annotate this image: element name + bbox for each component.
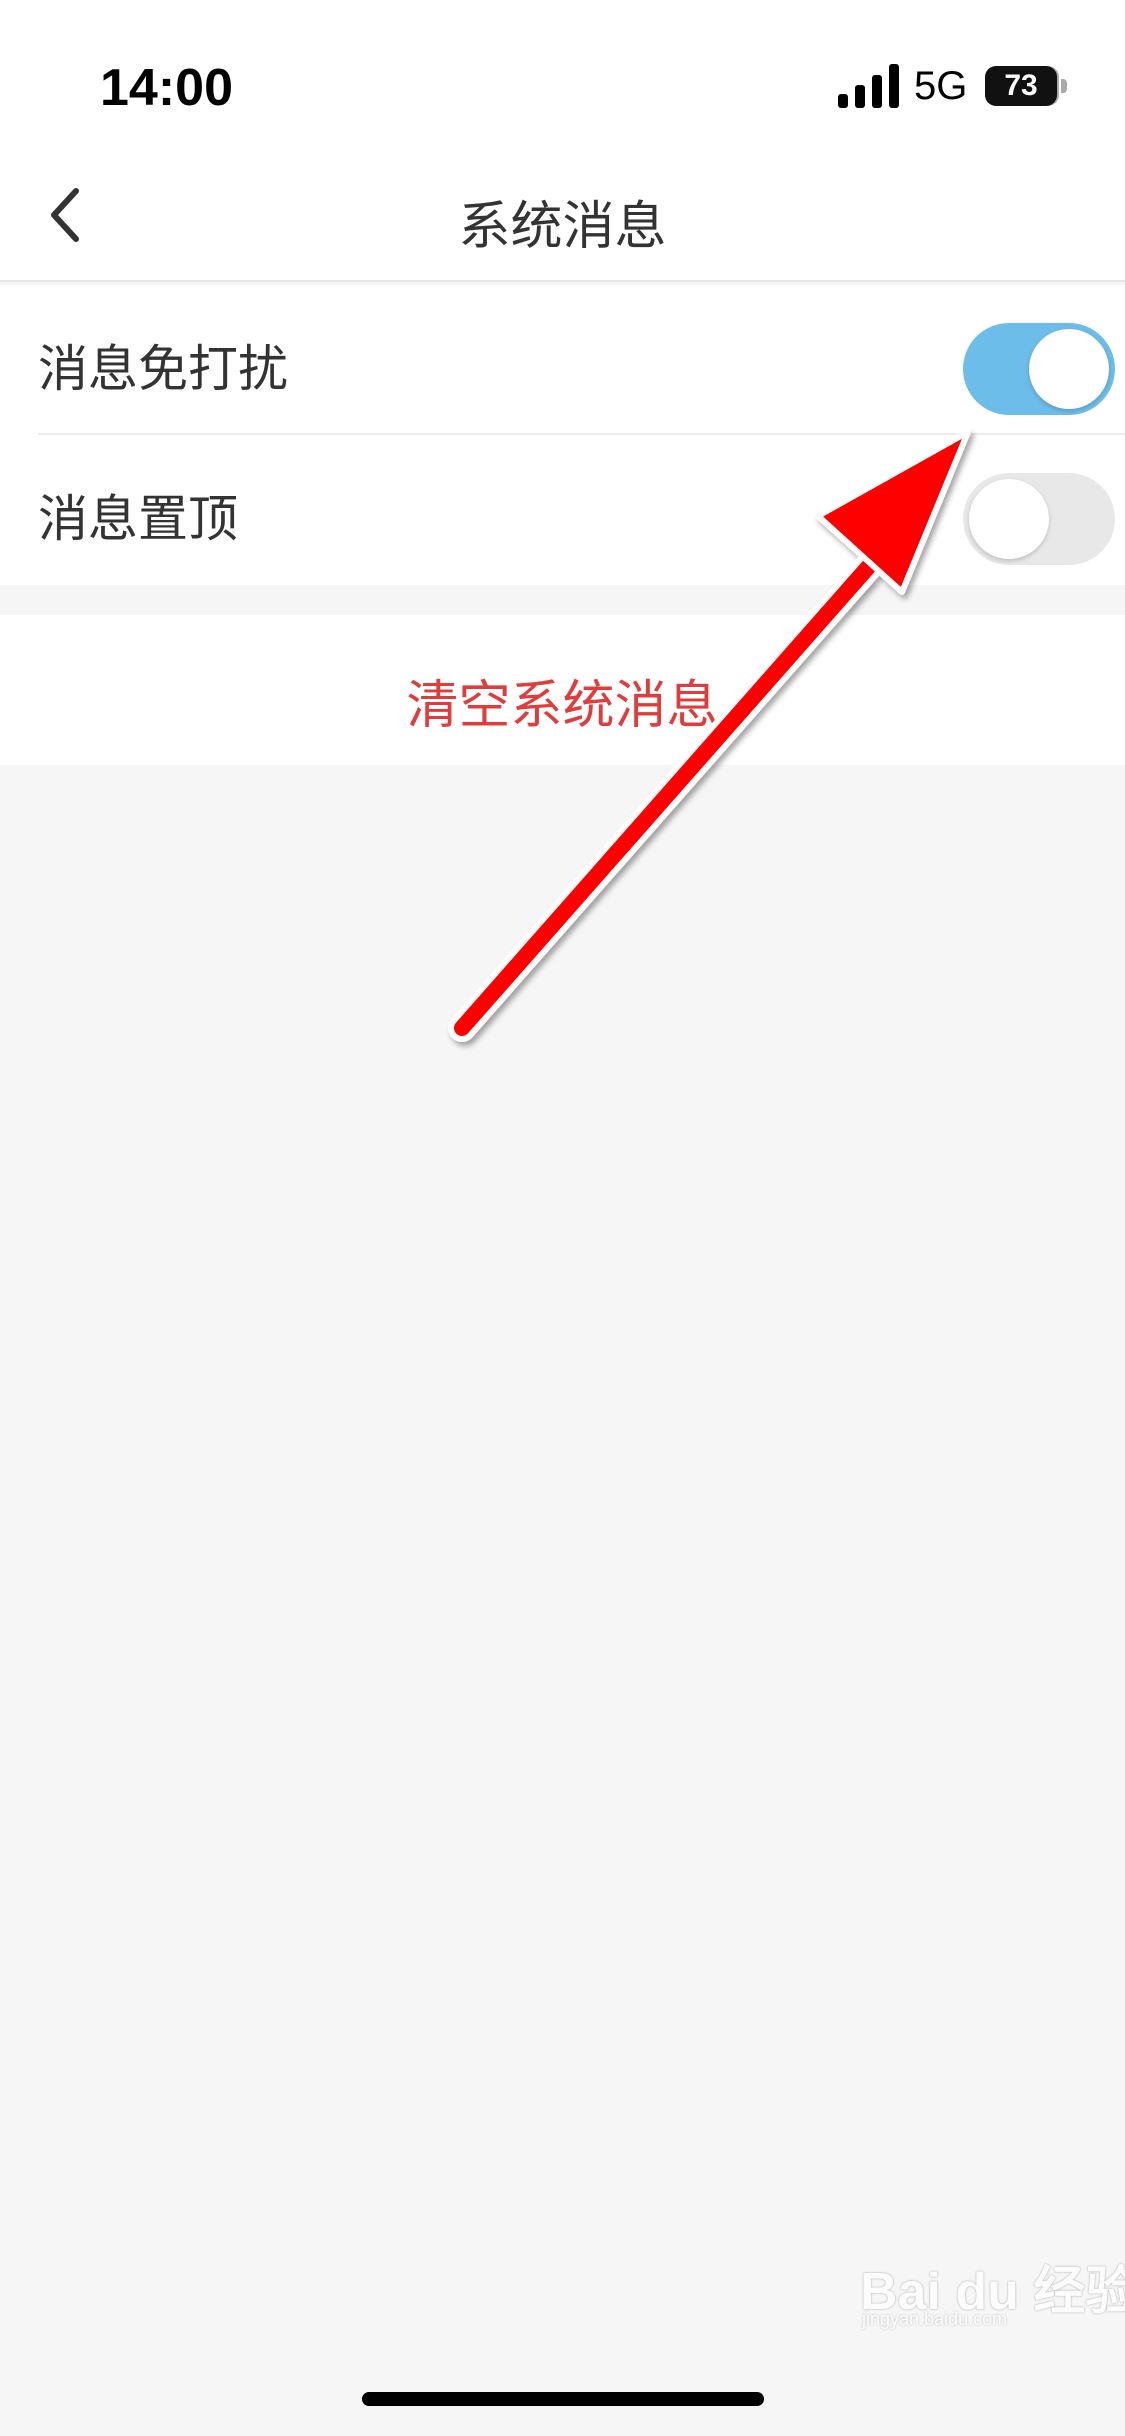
watermark: Bai du 经验 jingyan.baidu.com bbox=[860, 2235, 1125, 2329]
setting-row-do-not-disturb: 消息免打扰 bbox=[0, 285, 1125, 435]
screen: 14:00 5G 73 系统消息 消息免打扰 消息置顶 清空系统消息 Bai d… bbox=[0, 0, 1125, 2436]
toggle-knob bbox=[969, 479, 1049, 559]
battery-level: 73 bbox=[985, 66, 1057, 106]
do-not-disturb-toggle[interactable] bbox=[963, 323, 1115, 415]
status-bar: 14:00 5G 73 bbox=[0, 0, 1125, 150]
pin-to-top-toggle[interactable] bbox=[963, 473, 1115, 565]
setting-label: 消息免打扰 bbox=[38, 340, 288, 398]
nav-bar: 系统消息 bbox=[0, 150, 1125, 282]
status-time: 14:00 bbox=[100, 59, 233, 117]
cellular-signal-icon bbox=[838, 64, 899, 108]
toggle-knob bbox=[1029, 329, 1109, 409]
setting-label: 消息置顶 bbox=[38, 490, 238, 548]
clear-messages-label: 清空系统消息 bbox=[406, 676, 719, 736]
battery-cap bbox=[1061, 79, 1067, 93]
battery-icon: 73 bbox=[985, 66, 1067, 106]
watermark-sub: jingyan.baidu.com bbox=[862, 2309, 1008, 2329]
setting-row-pin-to-top: 消息置顶 bbox=[0, 435, 1125, 583]
home-indicator[interactable] bbox=[362, 2392, 764, 2406]
network-type-label: 5G bbox=[914, 64, 968, 108]
clear-messages-button[interactable]: 清空系统消息 bbox=[0, 615, 1125, 765]
settings-group: 消息免打扰 消息置顶 bbox=[0, 285, 1125, 585]
page-title: 系统消息 bbox=[458, 197, 667, 257]
